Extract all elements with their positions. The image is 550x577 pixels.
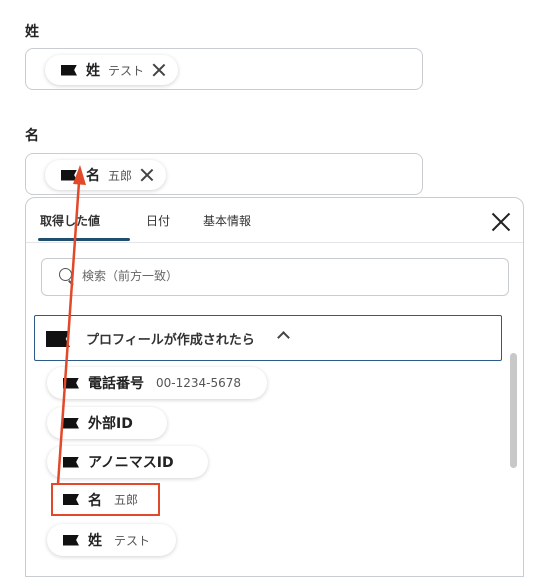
item-label: 外部ID <box>88 416 133 432</box>
field-label-last-name: 姓 <box>25 24 39 40</box>
list-item-external-id[interactable]: 外部ID <box>47 407 167 439</box>
first-name-input[interactable]: 名 五郎 <box>25 153 423 195</box>
chip-label: 名 <box>86 168 100 184</box>
tab-retrieved-values[interactable]: 取得した値 <box>40 212 100 229</box>
last-name-input[interactable]: 姓 テスト <box>25 48 423 90</box>
tab-basic-info[interactable]: 基本情報 <box>203 212 251 229</box>
last-name-chip[interactable]: 姓 テスト <box>45 55 179 85</box>
chip-value: 五郎 <box>108 168 133 183</box>
close-icon[interactable] <box>152 63 166 77</box>
section-title: プロフィールが作成されたら <box>86 333 255 348</box>
flag-icon <box>61 64 77 76</box>
tab-date[interactable]: 日付 <box>146 212 170 229</box>
item-value: 00-1234-5678 <box>156 376 242 390</box>
tab-bar: 取得した値 日付 基本情報 <box>26 198 523 243</box>
scrollbar-thumb[interactable] <box>510 353 517 468</box>
list-item-phone[interactable]: 電話番号 00-1234-5678 <box>47 367 268 399</box>
chevron-up-icon[interactable] <box>277 331 290 344</box>
search-icon <box>59 268 72 281</box>
item-label: 電話番号 <box>88 376 144 392</box>
item-label: 姓 <box>88 533 102 549</box>
flag-icon <box>63 417 79 429</box>
flag-icon <box>46 331 70 347</box>
search-input[interactable] <box>80 268 484 284</box>
item-label: アノニマスID <box>88 455 174 471</box>
field-label-first-name: 名 <box>25 128 39 144</box>
list-item-last-name[interactable]: 姓 テスト <box>47 524 177 556</box>
first-name-chip[interactable]: 名 五郎 <box>45 160 167 190</box>
flag-icon <box>63 456 79 468</box>
close-icon[interactable] <box>491 212 511 232</box>
chip-label: 姓 <box>86 63 100 79</box>
list-item-anonymous-id[interactable]: アノニマスID <box>47 446 208 478</box>
close-icon[interactable] <box>140 168 154 182</box>
highlight-box <box>51 483 160 516</box>
search-box[interactable] <box>41 258 509 296</box>
item-value: テスト <box>114 533 151 548</box>
flag-icon <box>61 169 77 181</box>
active-tab-indicator <box>38 238 130 241</box>
flag-icon <box>63 377 79 389</box>
flag-icon <box>63 534 79 546</box>
chip-value: テスト <box>108 63 145 78</box>
section-header-profile-created[interactable]: プロフィールが作成されたら <box>34 315 502 361</box>
